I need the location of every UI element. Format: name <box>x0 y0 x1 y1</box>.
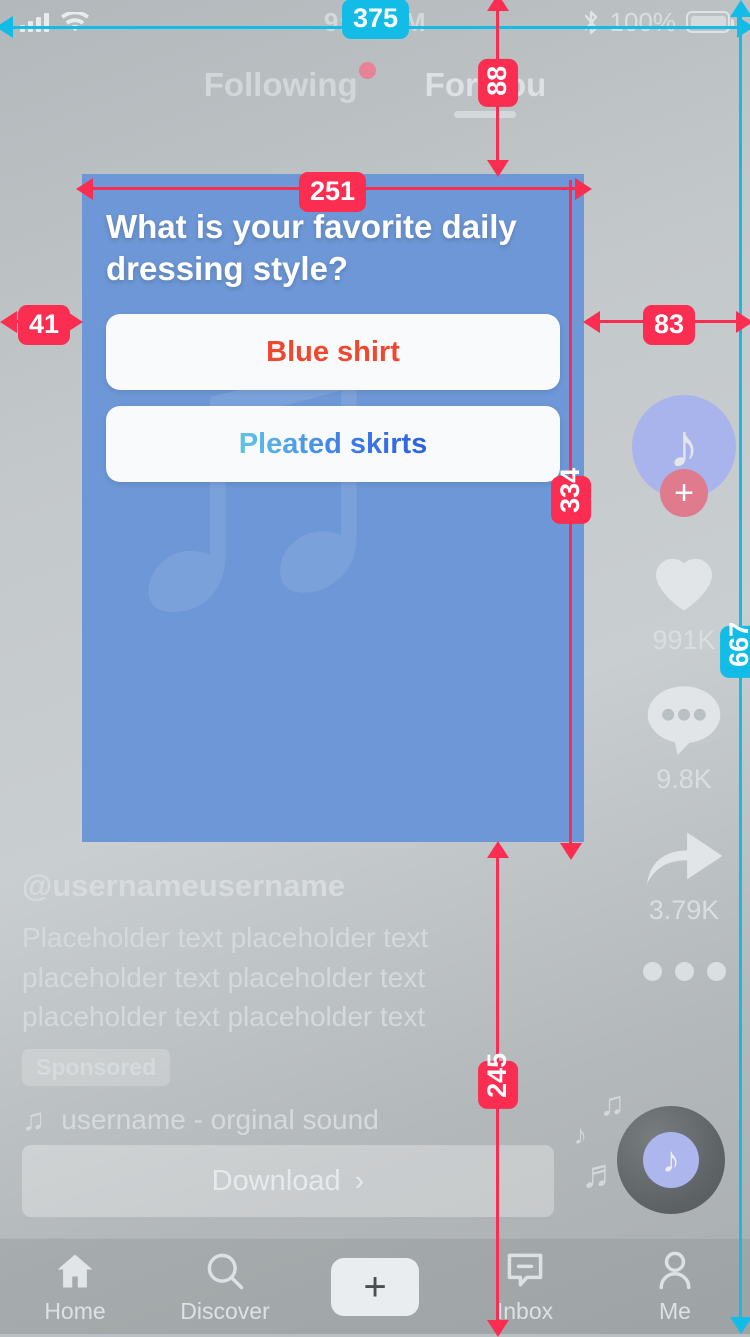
comment-count: 9.8K <box>656 764 712 794</box>
music-note-icon: ♫ <box>22 1102 46 1137</box>
poll-question: What is your favorite daily dressing sty… <box>106 208 517 288</box>
inbox-icon <box>507 1253 543 1286</box>
tab-following-badge-dot <box>358 62 376 79</box>
share-arrow-icon <box>647 832 723 884</box>
follow-plus-label: + <box>674 474 694 512</box>
share-count: 3.79K <box>648 895 720 925</box>
poll-option-blue-shirt[interactable]: Blue shirt <box>106 314 560 391</box>
username-handle[interactable]: @usernameusername <box>22 868 492 904</box>
like-button[interactable]: 991K <box>642 537 726 656</box>
comment-button[interactable]: 9.8K <box>643 682 725 795</box>
bottom-nav: Home Discover + Inbox Me <box>0 1238 750 1334</box>
person-icon <box>659 1251 691 1289</box>
nav-item-home-label: Home <box>44 1297 106 1324</box>
follow-plus-button[interactable]: + <box>660 469 708 517</box>
nav-item-discover[interactable]: Discover <box>160 1249 290 1325</box>
spinning-record-icon[interactable]: ♪ <box>617 1106 725 1214</box>
caption-block: @usernameusername Placeholder text place… <box>22 868 492 1138</box>
comment-bubble-icon <box>647 686 721 756</box>
nav-item-discover-label: Discover <box>180 1297 270 1324</box>
heart-icon <box>656 558 712 611</box>
download-button[interactable]: Download › <box>22 1145 554 1217</box>
sound-title: username - orginal sound <box>61 1104 379 1135</box>
nav-item-home[interactable]: Home <box>10 1249 140 1325</box>
tab-for-you-label: For You <box>424 66 547 103</box>
nav-item-me[interactable]: Me <box>610 1249 740 1325</box>
like-count: 991K <box>652 625 716 655</box>
phone-screen: 9:41 AM 100% Following For You ♫ What is… <box>0 0 750 1334</box>
status-bar-time: 9:41 AM <box>323 6 427 37</box>
share-button[interactable]: 3.79K <box>641 821 727 926</box>
music-note-1: ♫ <box>599 1085 626 1123</box>
more-dots-icon[interactable] <box>642 962 726 981</box>
tab-for-you[interactable]: For You <box>419 66 553 118</box>
home-icon <box>57 1254 93 1287</box>
poll-option-blue-shirt-label: Blue shirt <box>266 335 400 368</box>
chevron-right-icon: › <box>354 1164 365 1197</box>
action-rail: ♪ + 991K 9.8K 3.79K <box>618 395 750 981</box>
sound-row[interactable]: ♫ username - orginal sound <box>22 1102 492 1138</box>
create-plus-glyph: + <box>363 1264 387 1309</box>
create-plus-icon[interactable]: + <box>323 1257 427 1316</box>
sponsored-badge: Sponsored <box>22 1049 171 1086</box>
poll-option-pleated-skirts-label: Pleated skirts <box>238 427 428 460</box>
nav-item-create[interactable]: + <box>310 1257 440 1316</box>
poll-option-pleated-skirts[interactable]: Pleated skirts <box>106 406 560 483</box>
download-label: Download <box>211 1164 341 1197</box>
tiktok-note-icon: ♪ <box>643 1132 699 1188</box>
poll-options: Blue shirt Pleated skirts <box>106 314 560 483</box>
tab-active-underline <box>454 111 517 118</box>
avatar[interactable]: ♪ + <box>632 395 736 517</box>
music-note-3: ♬ <box>581 1152 621 1196</box>
status-bar: 9:41 AM 100% <box>0 0 750 44</box>
nav-item-me-label: Me <box>659 1297 691 1324</box>
nav-item-inbox-label: Inbox <box>496 1297 554 1324</box>
feed-tabs: Following For You <box>0 55 750 118</box>
poll-card: ♫ What is your favorite daily dressing s… <box>82 174 584 842</box>
battery-icon <box>686 11 734 33</box>
search-icon <box>207 1253 244 1289</box>
music-note-2: ♪ <box>573 1120 588 1150</box>
video-description: Placeholder text placeholder text placeh… <box>22 921 429 1033</box>
tab-following-label: Following <box>203 66 358 103</box>
nav-item-inbox[interactable]: Inbox <box>460 1249 590 1325</box>
tab-following[interactable]: Following <box>198 62 376 104</box>
